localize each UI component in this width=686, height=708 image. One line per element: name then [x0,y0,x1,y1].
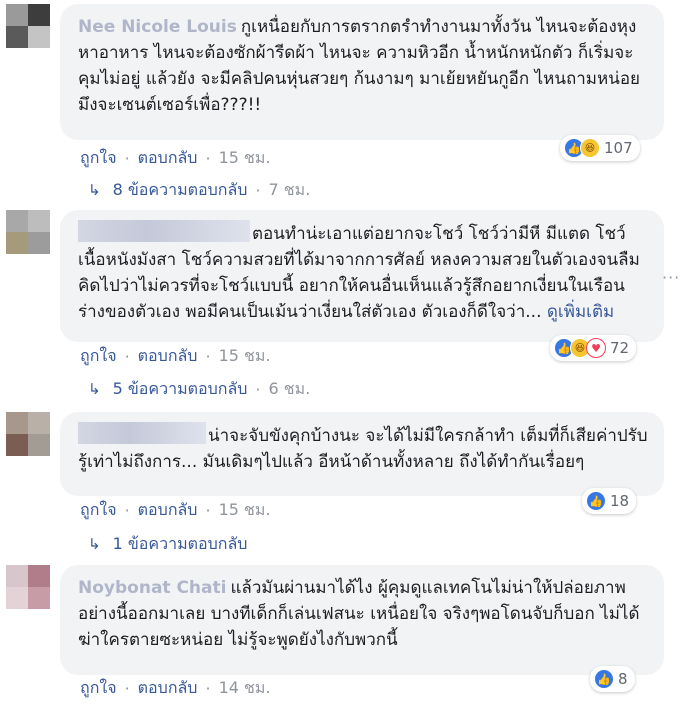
reply-arrow-icon: ↳ [88,535,101,553]
reply-arrow-icon: ↳ [88,380,101,398]
separator-dot: · [205,346,211,366]
comment-time[interactable]: 15 ชม. [219,146,271,171]
like-reaction-icon: 👍 [594,669,614,689]
comment-bubble: Noybonat Chati แล้วมันผ่านมาได้ไง ผู้คุมด… [60,565,664,675]
avatar[interactable] [6,565,50,609]
avatar[interactable] [6,412,50,456]
avatar[interactable] [6,210,50,254]
separator-dot: · [205,678,211,698]
reply-link[interactable]: ตอบกลับ [138,344,198,369]
like-link[interactable]: ถูกใจ [80,146,117,171]
reaction-summary[interactable]: 👍 8 [590,666,635,692]
reply-arrow-icon: ↳ [88,181,101,199]
love-reaction-icon: ♥ [586,338,606,358]
comment-time[interactable]: 14 ชม. [219,676,271,701]
separator-dot: · [124,148,130,168]
comment-actions: ถูกใจ · ตอบกลับ · 14 ชม. [80,677,271,699]
reply-link[interactable]: ตอบกลับ [138,498,198,523]
reaction-count: 8 [618,670,628,688]
comment-bubble: Nee Nicole Louis กูเหนื่อยกับการตรากตรำทำ… [60,4,664,140]
comment-actions: ถูกใจ · ตอบกลับ · 15 ชม. [80,499,271,521]
redacted-author-name[interactable] [78,220,250,242]
avatar[interactable] [6,4,50,48]
like-link[interactable]: ถูกใจ [80,344,117,369]
replies-link[interactable]: ↳ 5 ข้อความตอบกลับ · 6 ชม. [88,378,310,400]
reply-link[interactable]: ตอบกลับ [138,676,198,701]
reaction-summary[interactable]: 👍 😆 107 [560,135,640,161]
like-link[interactable]: ถูกใจ [80,676,117,701]
like-link[interactable]: ถูกใจ [80,498,117,523]
separator-dot: · [255,379,261,399]
replies-time: 7 ชม. [268,179,311,199]
comment-actions: ถูกใจ · ตอบกลับ · 15 ชม. [80,345,271,367]
replies-time: 6 ชม. [268,378,311,398]
reaction-count: 72 [610,339,630,357]
reply-link[interactable]: ตอบกลับ [138,146,198,171]
replies-count[interactable]: 8 ข้อความตอบกลับ [113,178,248,203]
haha-reaction-icon: 😆 [580,138,600,158]
replies-count[interactable]: 5 ข้อความตอบกลับ [113,377,248,402]
reaction-summary[interactable]: 👍 18 [582,488,637,514]
like-reaction-icon: 👍 [586,491,606,511]
comment-author[interactable]: Noybonat Chati [78,578,226,598]
comment-author[interactable]: Nee Nicole Louis [78,17,237,37]
comment-time[interactable]: 15 ชม. [219,344,271,369]
replies-link[interactable]: ↳ 8 ข้อความตอบกลับ · 7 ชม. [88,179,310,201]
see-more-link[interactable]: ดูเพิ่มเติม [547,302,614,322]
comment-actions: ถูกใจ · ตอบกลับ · 15 ชม. [80,147,271,169]
comment-time[interactable]: 15 ชม. [219,498,271,523]
redacted-author-name[interactable] [78,422,206,444]
replies-count[interactable]: 1 ข้อความตอบกลับ [113,532,248,557]
separator-dot: · [124,500,130,520]
reaction-count: 18 [610,492,630,510]
separator-dot: · [205,148,211,168]
more-options-icon[interactable]: ··· [662,268,680,287]
separator-dot: · [205,500,211,520]
replies-link[interactable]: ↳ 1 ข้อความตอบกลับ [88,533,247,555]
comment-bubble: น่าจะจับขังคุกบ้างนะ จะได้ไม่มีใครกล้าทำ… [60,412,664,496]
separator-dot: · [124,346,130,366]
comment-bubble: ตอนทำน่ะเอาแต่อยากจะโชว์ โชว์ว่ามีหี มีแ… [60,210,664,342]
reaction-summary[interactable]: 👍 😆 ♥ 72 [550,335,637,361]
separator-dot: · [255,180,261,200]
separator-dot: · [124,678,130,698]
reaction-count: 107 [604,139,633,157]
